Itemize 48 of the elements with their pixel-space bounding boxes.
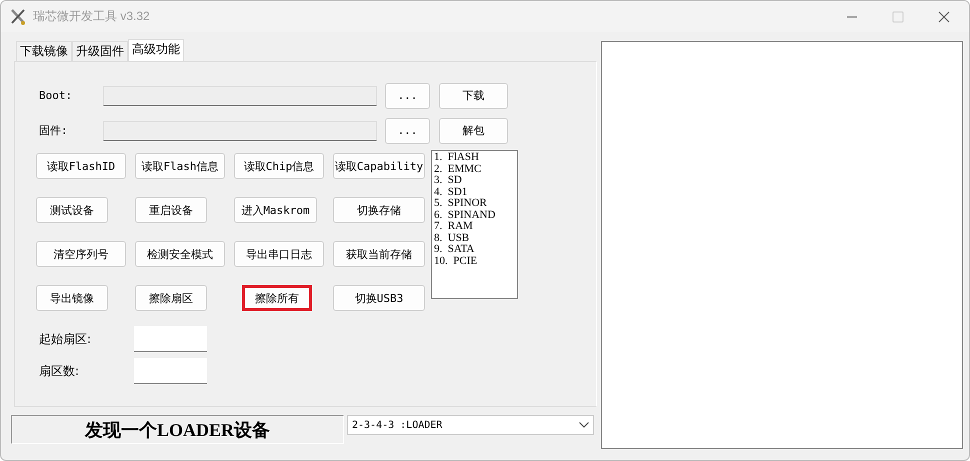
command-button[interactable]: 获取当前存储: [333, 241, 425, 267]
list-item[interactable]: 7. RAM: [434, 221, 515, 232]
list-item[interactable]: 1. FlASH: [434, 152, 515, 164]
command-button[interactable]: 导出镜像: [36, 285, 108, 311]
input-field[interactable]: [134, 358, 207, 384]
browse-button[interactable]: ...: [385, 82, 430, 108]
tools-icon: [9, 8, 27, 26]
input-field[interactable]: [134, 326, 207, 352]
command-button[interactable]: 进入Maskrom: [234, 197, 317, 223]
field-label: 固件:: [38, 123, 69, 138]
field-label: Boot:: [38, 89, 74, 102]
list-item[interactable]: 2. EMMC: [434, 164, 515, 175]
list-item[interactable]: 5. SPINOR: [434, 198, 515, 210]
action-button[interactable]: 解包: [439, 118, 508, 144]
command-button[interactable]: 擦除扇区: [135, 285, 207, 311]
command-button[interactable]: 导出串口日志: [234, 241, 324, 267]
device-dropdown[interactable]: 2-3-4-3 :LOADER: [347, 415, 594, 435]
command-button[interactable]: 检测安全模式: [135, 241, 225, 267]
browse-button[interactable]: ...: [385, 118, 430, 144]
command-button[interactable]: 读取Chip信息: [234, 153, 324, 179]
list-item[interactable]: 9. SATA: [434, 244, 515, 256]
command-button[interactable]: 重启设备: [135, 197, 207, 223]
tab[interactable]: 下载镜像: [16, 41, 72, 61]
list-item[interactable]: 10. PCIE: [434, 256, 515, 267]
command-button[interactable]: 清空序列号: [36, 241, 126, 267]
path-field[interactable]: [103, 86, 377, 106]
field-label: 起始扇区:: [38, 330, 92, 348]
list-item[interactable]: 4. SD1: [434, 186, 515, 198]
command-button[interactable]: 切换存储: [333, 197, 425, 223]
list-item[interactable]: 8. USB: [434, 232, 515, 244]
storage-list[interactable]: 1. FlASH 2. EMMC 3. SD 4. SD1 5. SPINOR 6. SPINAND 7. RAM 8. USB 9. SATA 10. PCIE: [431, 150, 518, 299]
status-text: 发现一个LOADER设备: [11, 415, 344, 444]
command-button[interactable]: 切换USB3: [333, 285, 425, 311]
close-button[interactable]: [938, 10, 950, 22]
field-label: 扇区数:: [38, 362, 80, 380]
list-item[interactable]: 3. SD: [434, 175, 515, 186]
command-button[interactable]: 读取Capability: [333, 153, 425, 179]
command-button[interactable]: 擦除所有: [242, 285, 312, 311]
action-button[interactable]: 下载: [439, 82, 508, 108]
path-field[interactable]: [103, 120, 377, 140]
tab[interactable]: 升级固件: [72, 41, 128, 61]
command-button[interactable]: 测试设备: [36, 197, 108, 223]
command-button[interactable]: 读取FlashID: [36, 153, 126, 179]
command-button[interactable]: 读取Flash信息: [135, 153, 225, 179]
chevron-down-icon: [579, 422, 589, 428]
list-item[interactable]: 6. SPINAND: [434, 210, 515, 221]
tab[interactable]: 高级功能: [128, 39, 184, 61]
window-title: 瑞芯微开发工具 v3.32: [33, 8, 150, 25]
